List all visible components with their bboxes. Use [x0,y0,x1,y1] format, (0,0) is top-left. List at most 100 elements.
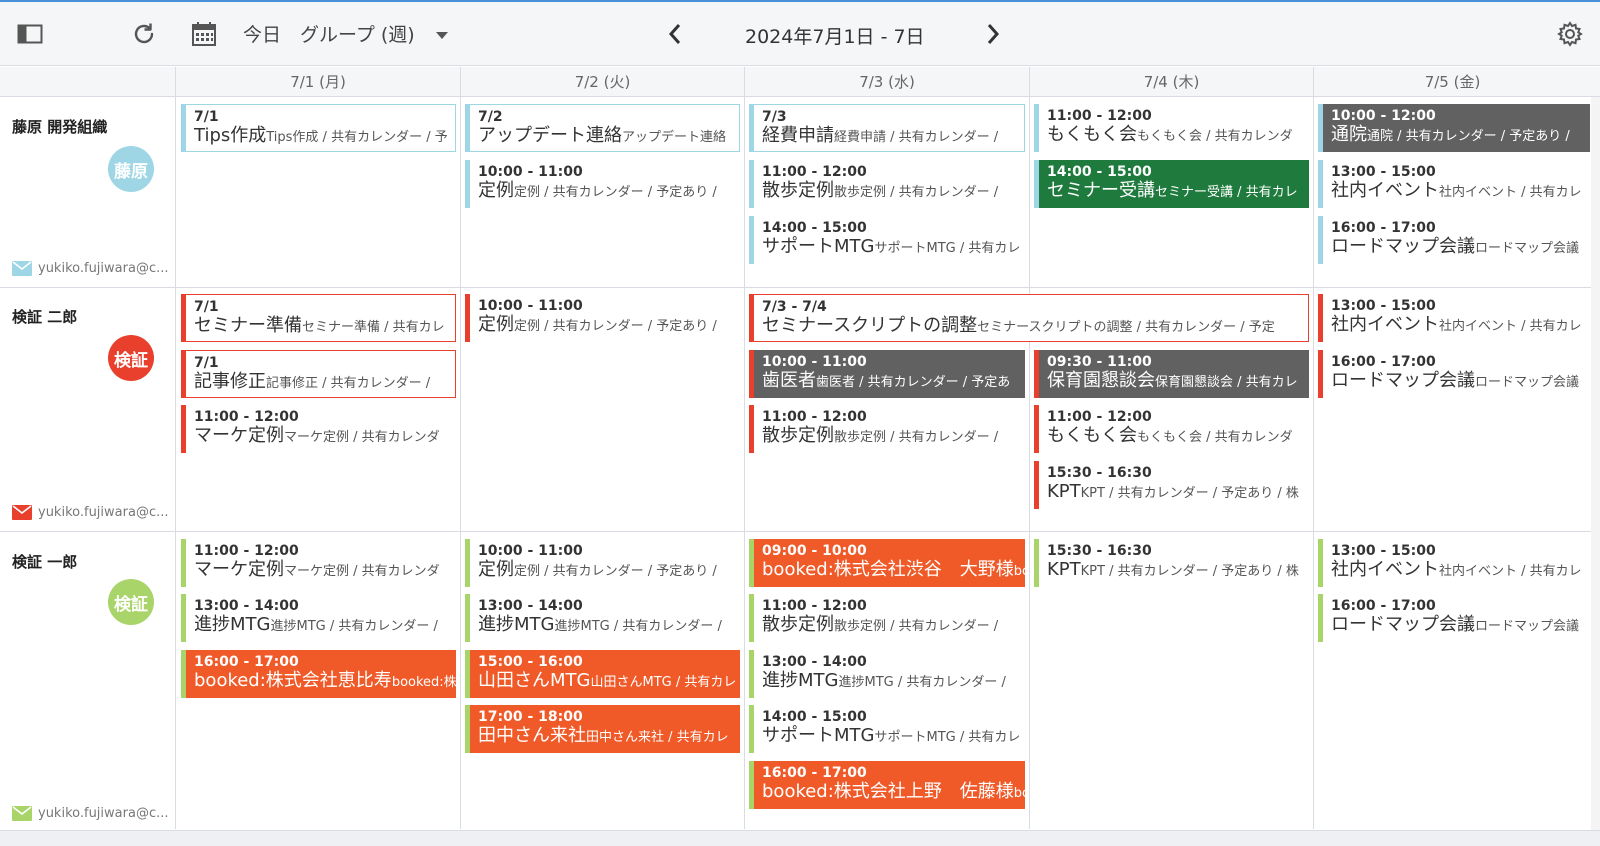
date-range-label: 2024年7月1日 - 7日 [745,26,925,48]
event-title: 散歩定例 [762,180,834,201]
event-chip[interactable]: 10:00 - 11:00 歯医者歯医者 / 共有カレンダー / 予定あ [749,350,1025,398]
event-time: 7/3 [762,109,787,125]
event-chip[interactable]: 7/1 セミナー準備セミナー準備 / 共有カレ [181,294,456,342]
horizontal-scrollbar[interactable] [0,830,1600,846]
avatar[interactable]: 検証 [108,335,154,381]
event-chip[interactable]: 11:00 - 12:00 もくもく会もくもく会 / 共有カレンダ [1034,104,1309,152]
event-title: セミナースクリプトの調整 [762,315,978,336]
grid-line [460,97,461,829]
grid-line [1029,97,1030,829]
day-header: 7/1 (月) [175,67,460,97]
event-time: 11:00 - 12:00 [1047,409,1152,425]
event-title: 通院 [1331,124,1367,145]
event-chip[interactable]: 11:00 - 12:00 散歩定例散歩定例 / 共有カレンダー / [749,405,1025,453]
event-detail: bo [1013,786,1025,801]
settings-button[interactable] [1550,14,1590,54]
event-chip[interactable]: 10:00 - 11:00 定例定例 / 共有カレンダー / 予定あり / [465,539,740,587]
event-chip[interactable]: 14:00 - 15:00 セミナー受講セミナー受講 / 共有カレ [1034,160,1309,208]
event-detail: 社内イベント / 共有カレ [1439,185,1582,200]
today-button[interactable]: 今日 [243,20,281,47]
event-time: 16:00 - 17:00 [1331,354,1436,370]
event-chip[interactable]: 15:30 - 16:30 KPTKPT / 共有カレンダー / 予定あり / … [1034,539,1309,587]
event-detail: ロードマップ会議 [1475,619,1580,634]
event-chip[interactable]: 7/1 Tips作成Tips作成 / 共有カレンダー / 予 [181,104,456,152]
event-detail: マーケ定例 / 共有カレンダ [284,564,440,579]
event-chip[interactable]: 7/3 - 7/4 セミナースクリプトの調整セミナースクリプトの調整 / 共有カ… [749,294,1309,342]
event-detail: Tips作成 / 共有カレンダー / 予 [266,130,448,145]
event-chip[interactable]: 13:00 - 15:00 社内イベント社内イベント / 共有カレ [1318,294,1590,342]
event-title: 散歩定例 [762,425,834,446]
previous-week-button[interactable] [660,14,690,54]
event-detail: 定例 / 共有カレンダー / 予定あり / [514,185,717,200]
event-title: 定例 [478,314,514,335]
event-chip[interactable]: 11:00 - 12:00 マーケ定例マーケ定例 / 共有カレンダ [181,539,456,587]
event-chip[interactable]: 16:00 - 17:00 ロードマップ会議ロードマップ会議 [1318,350,1590,398]
avatar[interactable]: 藤原 [108,146,154,192]
event-time: 7/1 [194,109,219,125]
event-title: 社内イベント [1331,314,1439,335]
event-chip[interactable]: 16:00 - 17:00 booked:株式会社上野 佐藤様bo [749,761,1025,809]
event-chip[interactable]: 13:00 - 14:00 進捗MTG進捗MTG / 共有カレンダー / [465,594,740,642]
event-time: 16:00 - 17:00 [194,654,299,670]
event-title: 記事修正 [194,371,266,392]
event-chip[interactable]: 7/1 記事修正記事修正 / 共有カレンダー / [181,350,456,398]
event-chip[interactable]: 11:00 - 12:00 散歩定例散歩定例 / 共有カレンダー / [749,160,1025,208]
refresh-button[interactable] [124,14,164,54]
event-chip[interactable]: 15:00 - 16:00 山田さんMTG山田さんMTG / 共有カレ [465,650,740,698]
event-time: 11:00 - 12:00 [194,543,299,559]
event-chip[interactable]: 11:00 - 12:00 マーケ定例マーケ定例 / 共有カレンダ [181,405,456,453]
event-time: 14:00 - 15:00 [1047,164,1152,180]
event-chip[interactable]: 10:00 - 12:00 通院通院 / 共有カレンダー / 予定あり / [1318,104,1590,152]
event-chip[interactable]: 10:00 - 11:00 定例定例 / 共有カレンダー / 予定あり / [465,160,740,208]
event-time: 14:00 - 15:00 [762,220,867,236]
event-detail: 保育園懇談会 / 共有カレ [1155,375,1298,390]
event-title: booked:株式会社上野 佐藤様 [762,781,1014,802]
chevron-left-icon [668,24,681,44]
event-time: 13:00 - 14:00 [194,598,299,614]
event-chip[interactable]: 15:30 - 16:30 KPTKPT / 共有カレンダー / 予定あり / … [1034,461,1309,509]
event-title: ロードマップ会議 [1331,614,1475,635]
sidebar-toggle-button[interactable] [10,14,50,54]
event-chip[interactable]: 10:00 - 11:00 定例定例 / 共有カレンダー / 予定あり / [465,294,740,342]
event-chip[interactable]: 11:00 - 12:00 散歩定例散歩定例 / 共有カレンダー / [749,594,1025,642]
event-chip[interactable]: 16:00 - 17:00 ロードマップ会議ロードマップ会議 [1318,216,1590,264]
event-chip[interactable]: 11:00 - 12:00 もくもく会もくもく会 / 共有カレンダ [1034,405,1309,453]
event-chip[interactable]: 16:00 - 17:00 ロードマップ会議ロードマップ会議 [1318,594,1590,642]
event-chip[interactable]: 14:00 - 15:00 サポートMTGサポートMTG / 共有カレ [749,216,1025,264]
event-chip[interactable]: 7/2 アップデート連絡アップデート連絡 [465,104,740,152]
event-chip[interactable]: 17:00 - 18:00 田中さん来社田中さん来社 / 共有カレ [465,705,740,753]
event-chip[interactable]: 09:00 - 10:00 booked:株式会社渋谷 大野様bo [749,539,1025,587]
calendar-button[interactable] [184,14,224,54]
event-detail: 進捗MTG / 共有カレンダー / [838,675,1006,690]
event-time: 13:00 - 14:00 [762,654,867,670]
event-time: 11:00 - 12:00 [762,164,867,180]
event-time: 09:30 - 11:00 [1047,354,1152,370]
event-title: 社内イベント [1331,180,1439,201]
event-title: もくもく会 [1047,425,1137,446]
view-selector[interactable]: グループ (週) [300,20,449,47]
event-title: マーケ定例 [194,425,284,446]
event-time: 11:00 - 12:00 [194,409,299,425]
event-time: 15:30 - 16:30 [1047,465,1152,481]
member-email[interactable]: yukiko.fujiwara@c... [12,258,172,278]
member-name: 検証 一郎 [12,553,78,571]
avatar[interactable]: 検証 [108,579,154,625]
sidebar-toggle-icon [17,24,43,44]
refresh-icon [134,23,154,44]
event-chip[interactable]: 13:00 - 15:00 社内イベント社内イベント / 共有カレ [1318,539,1590,587]
event-time: 7/2 [478,109,503,125]
event-chip[interactable]: 7/3 経費申請経費申請 / 共有カレンダー / [749,104,1025,152]
event-chip[interactable]: 13:00 - 14:00 進捗MTG進捗MTG / 共有カレンダー / [181,594,456,642]
member-email[interactable]: yukiko.fujiwara@c... [12,502,172,522]
vertical-scrollbar[interactable] [1591,97,1600,830]
event-chip[interactable]: 09:30 - 11:00 保育園懇談会保育園懇談会 / 共有カレ [1034,350,1309,398]
next-week-button[interactable] [978,14,1008,54]
chevron-down-icon [435,31,448,39]
member-email[interactable]: yukiko.fujiwara@c... [12,803,172,823]
event-title: booked:株式会社恵比寿 [194,670,392,691]
event-title: ロードマップ会議 [1331,236,1475,257]
event-chip[interactable]: 16:00 - 17:00 booked:株式会社恵比寿booked:株 [181,650,456,698]
event-chip[interactable]: 13:00 - 15:00 社内イベント社内イベント / 共有カレ [1318,160,1590,208]
event-chip[interactable]: 14:00 - 15:00 サポートMTGサポートMTG / 共有カレ [749,705,1025,753]
event-chip[interactable]: 13:00 - 14:00 進捗MTG進捗MTG / 共有カレンダー / [749,650,1025,698]
